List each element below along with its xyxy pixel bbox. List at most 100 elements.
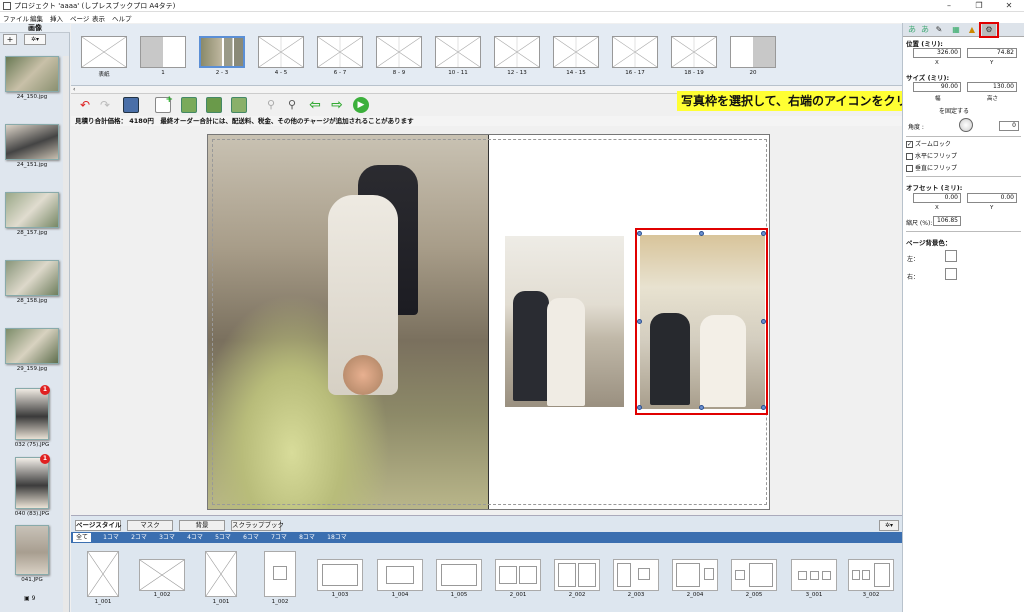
subtab-7[interactable]: 7コマ	[269, 533, 289, 542]
layout-thumb[interactable]	[317, 559, 363, 591]
menu-view[interactable]: 表示	[92, 13, 105, 23]
rotation-dial[interactable]	[959, 118, 973, 132]
image-panel-scrollbar[interactable]	[63, 56, 69, 612]
subtab-4[interactable]: 4コマ	[185, 533, 205, 542]
image-thumb[interactable]	[5, 192, 59, 228]
restore-button[interactable]: ❐	[964, 0, 994, 12]
add-page-icon[interactable]: +	[155, 95, 173, 113]
page-thumb[interactable]	[140, 36, 186, 68]
layout-thumb[interactable]	[87, 551, 119, 597]
close-button[interactable]: ✕	[994, 0, 1024, 12]
right-page-photo-1[interactable]	[505, 236, 624, 407]
page-thumb[interactable]	[435, 36, 481, 68]
scroll-left-icon[interactable]: ‹	[73, 86, 75, 93]
offset-x-field[interactable]: 0.00	[913, 193, 961, 203]
layout-thumb[interactable]	[791, 559, 837, 591]
page-thumb[interactable]	[730, 36, 776, 68]
undo-icon[interactable]: ↶	[77, 97, 93, 113]
shape-tab-icon[interactable]: ▲	[965, 24, 979, 36]
tab-mask[interactable]: マスク	[127, 520, 173, 531]
add-frame-icon[interactable]	[206, 97, 222, 113]
zoom-out-icon[interactable]: ⚲	[263, 97, 279, 113]
resize-handle[interactable]	[761, 319, 766, 324]
tab-scrapbook[interactable]: スクラップブック	[231, 520, 284, 531]
layout-thumb[interactable]	[672, 559, 718, 591]
size-width-field[interactable]: 90.00	[913, 82, 961, 92]
scale-field[interactable]: 106.85	[933, 216, 961, 226]
resize-handle[interactable]	[637, 231, 642, 236]
resize-handle[interactable]	[699, 231, 704, 236]
page-thumb[interactable]	[494, 36, 540, 68]
angle-field[interactable]: 0	[999, 121, 1019, 131]
text-tab-icon[interactable]: あ	[905, 24, 919, 36]
zoom-in-icon[interactable]: ⚲	[284, 97, 300, 113]
menu-page[interactable]: ページ	[70, 13, 89, 23]
add-photo-icon[interactable]	[181, 97, 197, 113]
preview-icon[interactable]: ▶	[353, 97, 369, 113]
subtab-3[interactable]: 3コマ	[157, 533, 177, 542]
page-thumb[interactable]	[81, 36, 127, 68]
subtab-8[interactable]: 8コマ	[297, 533, 317, 542]
image-thumb[interactable]	[5, 328, 59, 364]
image-settings-button[interactable]: ✲▾	[24, 34, 46, 45]
pen-tab-icon[interactable]: ✎	[932, 24, 946, 36]
layout-thumb[interactable]	[436, 559, 482, 591]
image-thumb[interactable]	[5, 124, 59, 160]
layout-thumb[interactable]	[848, 559, 894, 591]
previous-page-icon[interactable]: ⇦	[307, 97, 323, 113]
right-page-color-swatch[interactable]	[945, 268, 957, 280]
zoom-lock-checkbox[interactable]: ✓ ズームロック	[906, 139, 951, 148]
text-style-tab-icon[interactable]: あ	[918, 24, 932, 36]
layout-thumb[interactable]	[264, 551, 296, 597]
menu-insert[interactable]: 挿入	[50, 13, 63, 23]
resize-handle[interactable]	[761, 405, 766, 410]
menu-help[interactable]: ヘルプ	[112, 13, 132, 23]
left-page-color-swatch[interactable]	[945, 250, 957, 262]
page-thumb[interactable]	[317, 36, 363, 68]
page-thumb[interactable]	[553, 36, 599, 68]
subtab-6[interactable]: 6コマ	[241, 533, 261, 542]
layout-thumb[interactable]	[554, 559, 600, 591]
flip-vertical-checkbox[interactable]: 垂直にフリップ	[906, 163, 957, 172]
menu-file[interactable]: ファイル	[3, 13, 29, 23]
resize-handle[interactable]	[761, 231, 766, 236]
subtab-5[interactable]: 5コマ	[213, 533, 233, 542]
resize-handle[interactable]	[637, 319, 642, 324]
fix-ratio-checkbox[interactable]: を固定する	[939, 106, 969, 115]
image-thumb[interactable]	[5, 260, 59, 296]
menu-edit[interactable]: 編集	[30, 13, 43, 23]
subtab-18[interactable]: 18コマ	[325, 533, 349, 542]
image-tab-icon[interactable]: ▦	[949, 24, 963, 36]
save-icon[interactable]	[123, 97, 139, 113]
layout-thumb[interactable]	[205, 551, 237, 597]
image-thumb[interactable]	[15, 388, 49, 440]
subtab-all[interactable]: 全て	[73, 533, 91, 542]
image-thumb[interactable]	[5, 56, 59, 92]
next-page-icon[interactable]: ⇨	[329, 97, 345, 113]
page-thumb[interactable]	[376, 36, 422, 68]
replace-photo-icon[interactable]	[231, 97, 247, 113]
add-image-button[interactable]: +	[3, 34, 17, 45]
layout-settings-icon[interactable]: ✲▾	[879, 520, 899, 531]
image-thumb[interactable]	[15, 457, 49, 509]
position-y-field[interactable]: 74.82	[967, 48, 1017, 58]
size-height-field[interactable]: 130.00	[967, 82, 1017, 92]
position-x-field[interactable]: 326.00	[913, 48, 961, 58]
redo-icon[interactable]: ↷	[97, 97, 113, 113]
page-thumb-selected[interactable]	[199, 36, 245, 68]
page-thumb[interactable]	[258, 36, 304, 68]
page-thumb[interactable]	[671, 36, 717, 68]
subtab-1[interactable]: 1コマ	[101, 533, 121, 542]
layout-thumb[interactable]	[139, 559, 185, 591]
resize-handle[interactable]	[637, 405, 642, 410]
tab-background[interactable]: 背景	[179, 520, 225, 531]
page-thumb[interactable]	[612, 36, 658, 68]
subtab-2[interactable]: 2コマ	[129, 533, 149, 542]
layout-thumb[interactable]	[613, 559, 659, 591]
minimize-button[interactable]: –	[934, 0, 964, 12]
layout-thumb[interactable]	[731, 559, 777, 591]
resize-handle[interactable]	[699, 405, 704, 410]
layout-thumb[interactable]	[495, 559, 541, 591]
layout-thumb[interactable]	[377, 559, 423, 591]
flip-horizontal-checkbox[interactable]: 水平にフリップ	[906, 151, 957, 160]
